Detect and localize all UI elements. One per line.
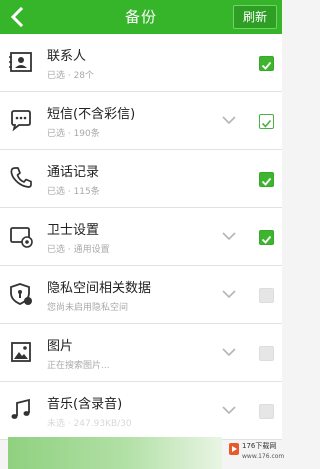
backup-item-contacts[interactable]: 联系人 已选 · 28个 <box>0 34 282 92</box>
watermark-icon <box>229 443 239 455</box>
backup-item-title: 隐私空间相关数据 <box>47 281 152 296</box>
message-bubble-icon <box>11 110 31 132</box>
watermark-text: 176下载网 <box>242 442 277 450</box>
picture-icon <box>11 342 31 362</box>
backup-item-call-log[interactable]: 通话记录 已选 · 115条 <box>0 150 282 208</box>
backup-item-subtitle: 未选 · 247.93KB/30 <box>47 419 132 429</box>
backup-item-pictures[interactable]: 图片 正在搜索图片... <box>0 324 282 382</box>
chevron-down-icon[interactable] <box>221 347 237 357</box>
checkmark-icon <box>261 119 272 128</box>
backup-item-title: 音乐(含录音) <box>47 397 123 412</box>
checkmark-icon <box>261 235 272 244</box>
backup-item-title: 联系人 <box>47 49 87 64</box>
backup-progress-bar[interactable] <box>8 437 222 469</box>
watermark-logo: 176下载网 www.176.com <box>228 438 284 466</box>
refresh-button[interactable]: 刷新 <box>233 5 277 29</box>
backup-item-music[interactable]: 音乐(含录音) 未选 · 247.93KB/30 <box>0 382 282 440</box>
backup-item-subtitle: 已选 · 190条 <box>47 129 100 139</box>
top-bar: 备份 刷新 <box>0 0 282 34</box>
chevron-down-icon[interactable] <box>221 289 237 299</box>
contact-card-icon <box>9 52 32 72</box>
checkbox-checked[interactable] <box>259 230 274 245</box>
chevron-down-icon[interactable] <box>221 115 237 125</box>
backup-item-list: 联系人 已选 · 28个 短信(不含彩信) 已选 · 190条 通话记录 已选 … <box>0 34 282 440</box>
backup-item-title: 图片 <box>47 339 74 354</box>
checkbox-checked[interactable] <box>259 172 274 187</box>
privacy-shield-icon <box>10 283 32 305</box>
phone-icon <box>10 167 32 188</box>
music-note-icon <box>11 398 30 419</box>
backup-item-subtitle: 已选 · 28个 <box>47 71 95 81</box>
backup-item-sms[interactable]: 短信(不含彩信) 已选 · 190条 <box>0 92 282 150</box>
checkmark-icon <box>261 61 272 70</box>
chevron-down-icon[interactable] <box>221 231 237 241</box>
checkbox-disabled[interactable] <box>259 404 274 419</box>
backup-item-title: 卫士设置 <box>47 223 100 238</box>
checkbox-disabled[interactable] <box>259 346 274 361</box>
backup-item-privacy-space[interactable]: 隐私空间相关数据 您尚未启用隐私空间 <box>0 266 282 324</box>
checkbox-checked[interactable] <box>259 56 274 71</box>
device-settings-icon <box>10 227 33 248</box>
backup-item-subtitle: 已选 · 通用设置 <box>47 245 110 255</box>
checkbox-disabled[interactable] <box>259 288 274 303</box>
backup-item-subtitle: 正在搜索图片... <box>47 361 110 371</box>
checkbox-partial[interactable] <box>259 114 274 129</box>
backup-item-guard-settings[interactable]: 卫士设置 已选 · 通用设置 <box>0 208 282 266</box>
backup-item-title: 短信(不含彩信) <box>47 107 136 122</box>
watermark-subtext: www.176.com <box>242 453 285 460</box>
chevron-down-icon[interactable] <box>221 405 237 415</box>
backup-item-subtitle: 已选 · 115条 <box>47 187 100 197</box>
checkmark-icon <box>261 177 272 186</box>
backup-item-title: 通话记录 <box>47 165 100 180</box>
backup-item-subtitle: 您尚未启用隐私空间 <box>47 303 129 313</box>
